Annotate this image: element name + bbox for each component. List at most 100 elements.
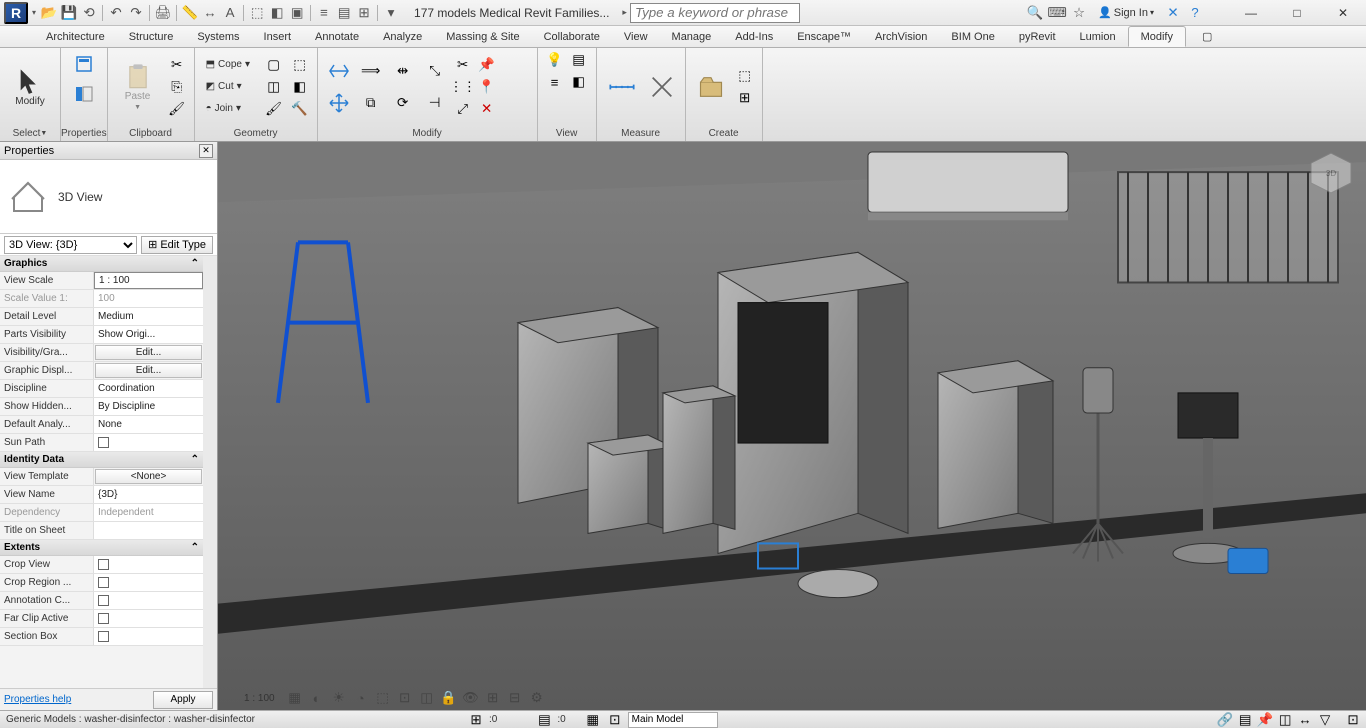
- cut-icon[interactable]: ✂: [166, 55, 188, 75]
- geom-icon-1[interactable]: ⬚: [289, 55, 311, 75]
- callout-icon[interactable]: ▣: [288, 4, 306, 22]
- select-face-icon[interactable]: ◫: [1276, 712, 1294, 728]
- group-icon[interactable]: ⬚: [734, 66, 756, 86]
- join-button[interactable]: ◓ Join ▾: [201, 99, 259, 119]
- keys-icon[interactable]: ⌨: [1048, 4, 1066, 22]
- maximize-button[interactable]: □: [1274, 0, 1320, 26]
- print-icon[interactable]: 🖨: [154, 4, 172, 22]
- search-input[interactable]: [630, 3, 800, 23]
- type-properties-icon[interactable]: [68, 50, 100, 78]
- view-template-button[interactable]: <None>: [95, 469, 202, 484]
- pin-icon[interactable]: 📌: [476, 55, 498, 75]
- close-panel-button[interactable]: ✕: [199, 144, 213, 158]
- sun-path-checkbox[interactable]: [94, 434, 203, 451]
- view-name-value[interactable]: {3D}: [94, 486, 203, 503]
- wall-opening-icon[interactable]: ▢: [263, 55, 285, 75]
- measure-icon[interactable]: 📏: [181, 4, 199, 22]
- discipline-value[interactable]: Coordination: [94, 380, 203, 397]
- tab-architecture[interactable]: Architecture: [34, 26, 117, 47]
- far-clip-checkbox[interactable]: [94, 610, 203, 627]
- show-hidden-value[interactable]: By Discipline: [94, 398, 203, 415]
- cut-profile-icon[interactable]: ◧: [568, 72, 590, 92]
- detail-level-icon[interactable]: ▦: [287, 690, 303, 706]
- favorites-icon[interactable]: ☆: [1070, 4, 1088, 22]
- delete-icon[interactable]: ✕: [476, 99, 498, 119]
- sun-path-icon[interactable]: ☀: [331, 690, 347, 706]
- tab-context-icon[interactable]: ▢: [1190, 26, 1214, 47]
- view-type-dropdown[interactable]: 3D View: {3D}: [4, 236, 137, 254]
- drag-elements-icon[interactable]: ↔: [1296, 712, 1314, 728]
- trim-extend-icon[interactable]: ⊣: [420, 88, 450, 118]
- properties-help-link[interactable]: Properties help: [4, 694, 71, 705]
- section-icon[interactable]: ◧: [268, 4, 286, 22]
- section-extents[interactable]: Extents ⌃: [0, 540, 203, 556]
- split-icon[interactable]: ✂: [452, 55, 474, 75]
- parts-vis-value[interactable]: Show Origi...: [94, 326, 203, 343]
- editable-only-icon[interactable]: ▤: [535, 712, 553, 728]
- close-button[interactable]: ✕: [1320, 0, 1366, 26]
- lock-icon[interactable]: 🔒: [441, 690, 457, 706]
- crop-icon[interactable]: ⊡: [397, 690, 413, 706]
- redo-icon[interactable]: ↷: [127, 4, 145, 22]
- geom-icon-2[interactable]: ◧: [289, 77, 311, 97]
- tab-bimone[interactable]: BIM One: [939, 26, 1006, 47]
- scale-icon[interactable]: ⤢: [452, 99, 474, 119]
- move-icon[interactable]: [324, 88, 354, 118]
- override-icon[interactable]: ▤: [568, 50, 590, 70]
- align-icon[interactable]: ↔: [201, 4, 219, 22]
- offset-icon[interactable]: ⟹: [356, 56, 386, 86]
- measure-button[interactable]: [603, 55, 641, 119]
- main-model-icon[interactable]: ⊡: [606, 712, 624, 728]
- help-icon[interactable]: ?: [1186, 4, 1204, 22]
- tab-insert[interactable]: Insert: [252, 26, 304, 47]
- detail-level-value[interactable]: Medium: [94, 308, 203, 325]
- title-sheet-value[interactable]: [94, 522, 203, 539]
- tab-structure[interactable]: Structure: [117, 26, 186, 47]
- highlight-icon[interactable]: ⚙: [529, 690, 545, 706]
- tab-systems[interactable]: Systems: [185, 26, 251, 47]
- vis-graphics-edit-button[interactable]: Edit...: [95, 345, 202, 360]
- copy-modify-icon[interactable]: ⧉: [356, 88, 386, 118]
- section-identity[interactable]: Identity Data ⌃: [0, 452, 203, 468]
- tab-manage[interactable]: Manage: [660, 26, 724, 47]
- tab-lumion[interactable]: Lumion: [1068, 26, 1128, 47]
- sync-icon[interactable]: ⟲: [80, 4, 98, 22]
- tab-analyze[interactable]: Analyze: [371, 26, 434, 47]
- hide-icon[interactable]: 💡: [544, 50, 566, 70]
- section-graphics[interactable]: Graphics ⌃: [0, 256, 203, 272]
- tab-modify[interactable]: Modify: [1128, 26, 1186, 47]
- section-box-checkbox[interactable]: [94, 628, 203, 645]
- visual-style-icon[interactable]: ◐: [309, 690, 325, 706]
- tab-archvision[interactable]: ArchVision: [863, 26, 939, 47]
- linework-icon[interactable]: ≡: [544, 72, 566, 92]
- switch-windows-icon[interactable]: ⊞: [355, 4, 373, 22]
- shadows-icon[interactable]: ◔: [353, 690, 369, 706]
- graphic-display-edit-button[interactable]: Edit...: [95, 363, 202, 378]
- tab-view[interactable]: View: [612, 26, 660, 47]
- tab-annotate[interactable]: Annotate: [303, 26, 371, 47]
- array-icon[interactable]: ⋮⋮: [452, 77, 474, 97]
- select-pinned-icon[interactable]: 📌: [1256, 712, 1274, 728]
- temp-hide-icon[interactable]: 👁: [463, 690, 479, 706]
- edit-type-button[interactable]: ⊞ Edit Type: [141, 236, 213, 254]
- main-model-input[interactable]: [628, 712, 718, 728]
- default-analy-value[interactable]: None: [94, 416, 203, 433]
- split-face-icon[interactable]: ◫: [263, 77, 285, 97]
- rotate-icon[interactable]: ⟳: [388, 88, 418, 118]
- assembly-icon[interactable]: ⊞: [734, 88, 756, 108]
- minimize-button[interactable]: —: [1228, 0, 1274, 26]
- tab-collaborate[interactable]: Collaborate: [532, 26, 612, 47]
- reveal-icon[interactable]: ⊞: [485, 690, 501, 706]
- customize-qat-icon[interactable]: ▾: [382, 4, 400, 22]
- filter-icon[interactable]: ▽: [1316, 712, 1334, 728]
- cope-button[interactable]: ⬒ Cope ▾: [201, 55, 259, 75]
- close-inactive-icon[interactable]: ▤: [335, 4, 353, 22]
- 3d-viewport[interactable]: 3D 1 : 100 ▦ ◐ ☀ ◔ ⬚ ⊡ ◫ 🔒 👁 ⊞ ⊟ ⚙: [218, 142, 1366, 710]
- select-links-icon[interactable]: 🔗: [1216, 712, 1234, 728]
- modify-tool-button[interactable]: Modify: [6, 55, 54, 119]
- dimension-button[interactable]: [645, 55, 679, 119]
- cut-geom-button[interactable]: ◩ Cut ▾: [201, 77, 259, 97]
- match-icon[interactable]: 🖌: [166, 99, 188, 119]
- tab-addins[interactable]: Add-Ins: [723, 26, 785, 47]
- demolish-icon[interactable]: 🔨: [289, 99, 311, 119]
